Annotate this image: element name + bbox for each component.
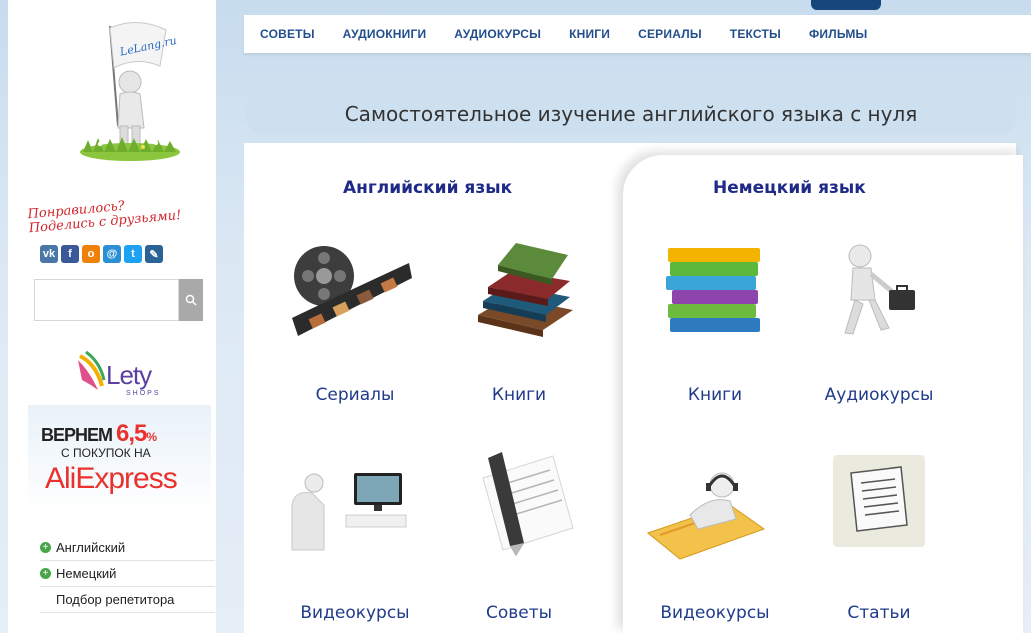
relaxing-headphones-icon[interactable] (640, 455, 770, 565)
ad-cashback: ВЕРНЕМ 6,5% (41, 420, 157, 448)
german-tile-books[interactable]: Книги (640, 385, 790, 405)
english-tile-tips[interactable]: Советы (444, 603, 594, 623)
side-menu-label: Английский (56, 540, 126, 555)
side-menu-label: Немецкий (56, 566, 117, 581)
german-tile-articles[interactable]: Статьи (804, 603, 954, 623)
pen-paper-icon[interactable] (458, 448, 588, 558)
nav-tips[interactable]: СОВЕТЫ (260, 27, 315, 41)
side-menu-item-german[interactable]: + Немецкий (40, 561, 215, 587)
twitter-icon[interactable]: t (124, 245, 142, 263)
plus-circle-icon: + (40, 568, 51, 579)
lety-brand[interactable]: Lety (106, 360, 152, 391)
search-button[interactable] (179, 279, 203, 321)
nav-audiobooks[interactable]: АУДИОКНИГИ (343, 27, 427, 41)
aliexpress-label: AliExpress (45, 462, 178, 495)
social-buttons: vk f o @ t ✎ (40, 245, 163, 263)
nav-books[interactable]: КНИГИ (569, 27, 610, 41)
film-reel-icon[interactable] (284, 238, 414, 348)
sidebar: LeLang.ru Понравилось? Поделись с друзья… (8, 0, 216, 633)
page-title: Самостоятельное изучение английского язы… (344, 102, 918, 126)
nav-texts[interactable]: ТЕКСТЫ (730, 27, 781, 41)
ad-percent-value: 6,5 (116, 420, 147, 447)
page-title-bar: Самостоятельное изучение английского язы… (246, 93, 1016, 135)
german-heading: Немецкий язык (713, 178, 866, 198)
english-tile-series[interactable]: Сериалы (280, 385, 430, 405)
side-menu-item-english[interactable]: + Английский (40, 535, 215, 561)
nav-audiocourses[interactable]: АУДИОКУРСЫ (454, 27, 541, 41)
side-menu: + Английский + Немецкий Подбор репетитора (40, 535, 215, 613)
header-accent (811, 0, 881, 10)
ad-prefix: ВЕРНЕМ (41, 425, 117, 445)
livejournal-icon[interactable]: ✎ (145, 245, 163, 263)
running-man-briefcase-icon[interactable] (815, 238, 945, 348)
english-tile-videocourses[interactable]: Видеокурсы (280, 603, 430, 623)
nav-series[interactable]: СЕРИАЛЫ (638, 27, 702, 41)
book-stack-icon[interactable] (458, 235, 588, 345)
moimir-icon[interactable]: @ (103, 245, 121, 263)
vk-icon[interactable]: vk (40, 245, 58, 263)
share-prompt: Понравилось? Поделись с друзьями! (27, 192, 219, 236)
document-articles-icon[interactable] (815, 445, 945, 555)
side-menu-label: Подбор репетитора (56, 592, 175, 607)
ad-percent-sign: % (146, 430, 157, 444)
facebook-icon[interactable]: f (61, 245, 79, 263)
video-course-icon[interactable] (284, 455, 414, 565)
plus-circle-icon: + (40, 542, 51, 553)
ad-subtitle: С ПОКУПОК НА (61, 446, 151, 460)
top-nav: СОВЕТЫ АУДИОКНИГИ АУДИОКУРСЫ КНИГИ СЕРИА… (244, 15, 1031, 53)
english-heading: Английский язык (343, 178, 513, 198)
german-tile-audiocourses[interactable]: Аудиокурсы (804, 385, 954, 405)
side-menu-item-tutor[interactable]: Подбор репетитора (40, 587, 215, 613)
odnoklassniki-icon[interactable]: o (82, 245, 100, 263)
nav-films[interactable]: ФИЛЬМЫ (809, 27, 868, 41)
english-tile-books[interactable]: Книги (444, 385, 594, 405)
search-icon (185, 294, 197, 306)
lety-brand-sub: SHOPS (126, 390, 161, 397)
german-tile-videocourses[interactable]: Видеокурсы (640, 603, 790, 623)
colorful-books-icon[interactable] (650, 238, 780, 348)
site-logo[interactable]: LeLang.ru (48, 16, 198, 166)
search-input[interactable] (34, 279, 179, 321)
